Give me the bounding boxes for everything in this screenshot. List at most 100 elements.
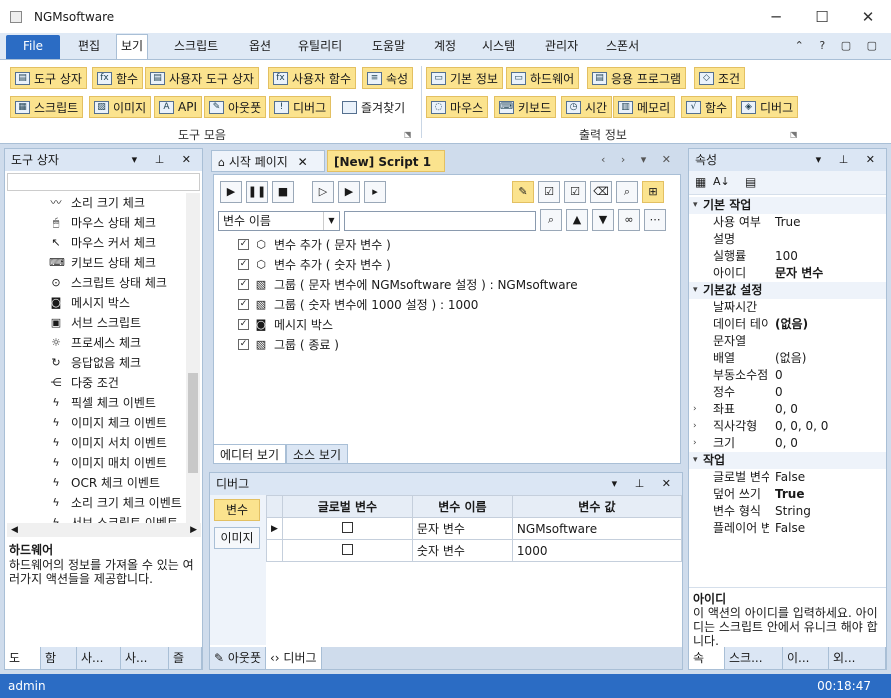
application-button[interactable]: ▤ 응용 프로그램 bbox=[587, 67, 687, 89]
run-selected-icon[interactable]: ▶ bbox=[338, 181, 360, 203]
property-value[interactable]: True bbox=[775, 214, 801, 231]
tab-source-view[interactable]: 소스 보기 bbox=[286, 444, 348, 464]
editor-search-input[interactable] bbox=[344, 211, 536, 231]
menu-script[interactable]: 스크립트 bbox=[170, 35, 222, 59]
check-all-icon[interactable]: ☑ bbox=[538, 181, 560, 203]
property-row[interactable]: 변수 형식 String bbox=[689, 503, 886, 520]
property-value[interactable]: (없음) bbox=[775, 350, 806, 367]
sort-alpha-icon[interactable]: A↓ bbox=[713, 175, 730, 188]
action-item[interactable]: ✓ ◙ 메시지 박스 bbox=[236, 315, 666, 335]
function-button[interactable]: fx 함수 bbox=[92, 67, 144, 89]
loop-icon[interactable]: ∞ bbox=[618, 209, 640, 231]
expand-icon[interactable]: › bbox=[693, 435, 697, 452]
expand-icon[interactable]: › bbox=[693, 418, 697, 435]
function-info-button[interactable]: √ 함수 bbox=[681, 96, 733, 118]
global-checkbox[interactable] bbox=[281, 539, 413, 562]
action-item[interactable]: ✓ ⬡ 변수 추가 ( 문자 변수 ) bbox=[236, 235, 666, 255]
move-down-icon[interactable]: ▼ bbox=[592, 209, 614, 231]
property-category[interactable]: ▾ 작업 bbox=[689, 452, 886, 469]
tab-user-function[interactable]: 사... bbox=[121, 647, 169, 669]
toolbox-item[interactable]: ⊙ 스크립트 상태 체크 bbox=[5, 273, 185, 293]
toolbox-item[interactable]: ϟ OCR 체크 이벤트 bbox=[5, 473, 185, 493]
memory-button[interactable]: ▥ 메모리 bbox=[613, 96, 676, 118]
action-enabled-checkbox[interactable]: ✓ bbox=[238, 339, 249, 350]
property-value[interactable]: (없음) bbox=[775, 316, 808, 333]
property-button[interactable]: ≡ 속성 bbox=[362, 67, 414, 89]
toolbox-item[interactable]: ◙ 메시지 박스 bbox=[5, 293, 185, 313]
property-row[interactable]: 사용 여부 True bbox=[689, 214, 886, 231]
scroll-right-icon[interactable]: ▶ bbox=[190, 523, 197, 537]
action-item[interactable]: ✓ ▧ 그룹 ( 문자 변수에 NGMsoftware 설정 ) : NGMsoft… bbox=[236, 275, 666, 295]
variable-dropdown[interactable]: 변수 이름 ▼ bbox=[218, 211, 340, 231]
table-row[interactable]: ▶ 문자 변수 NGMsoftware bbox=[266, 517, 683, 540]
property-category[interactable]: ▾ 기본값 설정 bbox=[689, 282, 886, 299]
action-enabled-checkbox[interactable]: ✓ bbox=[238, 319, 249, 330]
menu-help[interactable]: 도움말 bbox=[368, 35, 409, 59]
api-button[interactable]: A API bbox=[154, 96, 202, 118]
move-up-icon[interactable]: ▲ bbox=[566, 209, 588, 231]
property-row[interactable]: 덮어 쓰기 True bbox=[689, 486, 886, 503]
table-row[interactable]: 숫자 변수 1000 bbox=[266, 539, 683, 562]
action-enabled-checkbox[interactable]: ✓ bbox=[238, 279, 249, 290]
property-value[interactable]: 100 bbox=[775, 248, 798, 265]
toolbox-item[interactable]: ϟ 이미지 매치 이벤트 bbox=[5, 453, 185, 473]
output-button[interactable]: ✎ 아웃풋 bbox=[204, 96, 267, 118]
property-row[interactable]: 문자열 bbox=[689, 333, 886, 350]
action-enabled-checkbox[interactable]: ✓ bbox=[238, 299, 249, 310]
property-value[interactable]: 0, 0 bbox=[775, 435, 798, 452]
stop-icon[interactable]: ■ bbox=[272, 181, 294, 203]
pause-icon[interactable]: ❚❚ bbox=[246, 181, 268, 203]
pane-controls[interactable]: ▾ ⊥ ✕ bbox=[132, 149, 198, 171]
property-value[interactable]: 0, 0 bbox=[775, 401, 798, 418]
property-row[interactable]: 데이터 테이블 (없음) bbox=[689, 316, 886, 333]
tab-debug[interactable]: ‹› 디버그 bbox=[266, 647, 322, 669]
toolbox-search-input[interactable] bbox=[7, 173, 200, 191]
tab-variables[interactable]: 변수 bbox=[214, 499, 260, 521]
menu-file[interactable]: File bbox=[6, 35, 60, 59]
property-value[interactable]: 문자 변수 bbox=[775, 265, 823, 282]
toolbox-item[interactable]: ϟ 서브 스크립트 이벤트 bbox=[5, 513, 185, 523]
property-row[interactable]: › 크기 0, 0 bbox=[689, 435, 886, 452]
tab-nav-controls[interactable]: ‹ › ▾ ✕ bbox=[601, 153, 677, 166]
group-launcher-icon[interactable]: ⬔ bbox=[790, 130, 798, 139]
toolbox-item[interactable]: ↻ 응답없음 체크 bbox=[5, 353, 185, 373]
close-button[interactable]: ✕ bbox=[845, 0, 891, 33]
action-item[interactable]: ✓ ▧ 그룹 ( 숫자 변수에 1000 설정 ) : 1000 bbox=[236, 295, 666, 315]
toolbox-item[interactable]: ↖ 마우스 커서 체크 bbox=[5, 233, 185, 253]
property-row[interactable]: 플레이어 변수 False bbox=[689, 520, 886, 537]
toolbox-item[interactable]: ⋲ 다중 조건 bbox=[5, 373, 185, 393]
menu-sponsor[interactable]: 스폰서 bbox=[602, 35, 643, 59]
toolbox-vertical-scrollbar[interactable] bbox=[186, 193, 200, 523]
toolbox-item[interactable]: ▣ 서브 스크립트 bbox=[5, 313, 185, 333]
menu-view[interactable]: 보기 bbox=[116, 34, 149, 59]
action-enabled-checkbox[interactable]: ✓ bbox=[238, 239, 249, 250]
debug-info-button[interactable]: ◈ 디버그 bbox=[736, 96, 799, 118]
collapse-icon[interactable]: ▾ bbox=[693, 282, 698, 299]
property-row[interactable]: 설명 bbox=[689, 231, 886, 248]
toolbox-horizontal-scrollbar[interactable]: ◀ ▶ bbox=[7, 523, 201, 537]
debug-button[interactable]: ! 디버그 bbox=[269, 96, 332, 118]
toolbox-item[interactable]: ϟ 픽셀 체크 이벤트 bbox=[5, 393, 185, 413]
property-row[interactable]: 배열 (없음) bbox=[689, 350, 886, 367]
tab-image[interactable]: 이... bbox=[783, 647, 829, 669]
step-play-icon[interactable]: ▷ bbox=[312, 181, 334, 203]
tab-favorites[interactable]: 즐 bbox=[169, 647, 202, 669]
tab-user-toolbox[interactable]: 사... bbox=[77, 647, 121, 669]
run-box-icon[interactable]: ▸ bbox=[364, 181, 386, 203]
favorites-button[interactable]: 즐겨찾기 bbox=[337, 96, 410, 118]
keyboard-button[interactable]: ⌨ 키보드 bbox=[494, 96, 557, 118]
play-icon[interactable]: ▶ bbox=[220, 181, 242, 203]
more-icon[interactable]: ⋯ bbox=[644, 209, 666, 231]
menu-utility[interactable]: 유틸리티 bbox=[294, 35, 346, 59]
toolbox-item[interactable]: ϟ 이미지 체크 이벤트 bbox=[5, 413, 185, 433]
tab-function[interactable]: 함 bbox=[41, 647, 77, 669]
chevron-down-icon[interactable]: ▼ bbox=[323, 212, 339, 230]
check-icon[interactable]: ☑ bbox=[564, 181, 586, 203]
tab-images[interactable]: 이미지 bbox=[214, 527, 260, 549]
collapse-icon[interactable]: ▾ bbox=[693, 197, 698, 214]
tab-output[interactable]: ✎ 아웃풋 bbox=[210, 647, 266, 669]
property-value[interactable]: 0, 0, 0, 0 bbox=[775, 418, 828, 435]
property-value[interactable]: True bbox=[775, 486, 804, 503]
toolbox-item[interactable]: ϟ 이미지 서치 이벤트 bbox=[5, 433, 185, 453]
condition-button[interactable]: ◇ 조건 bbox=[694, 67, 746, 89]
